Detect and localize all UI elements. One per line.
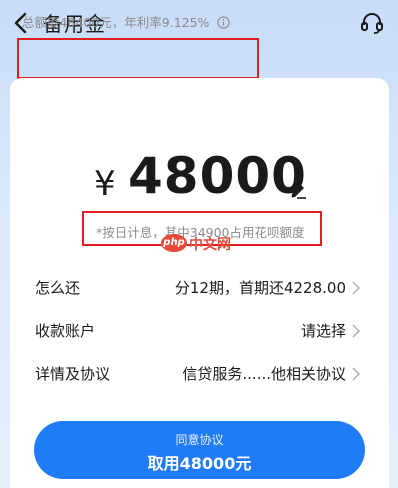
cta-label: 取用48000元 (147, 454, 252, 473)
borrow-button[interactable]: 同意协议 取用48000元 (34, 421, 365, 479)
info-icon (217, 16, 231, 29)
repayment-row[interactable]: 怎么还 分12期，首期还4228.00 (0, 272, 398, 302)
details-agreement-row[interactable]: 详情及协议 信贷服务......他相关协议 (0, 358, 398, 388)
loan-amount[interactable]: 48000 (128, 147, 307, 205)
quota-text: 总额度48400元，年利率9.125% (22, 15, 210, 30)
row-value: 请选择 (300, 322, 346, 340)
watermark-text: 中文网 (189, 237, 231, 253)
chevron-right-icon (352, 324, 361, 338)
customer-service-button[interactable] (358, 9, 386, 37)
currency-symbol: ¥ (94, 164, 116, 204)
row-label: 详情及协议 (35, 365, 111, 383)
row-label: 收款账户 (35, 322, 96, 340)
watermark-logo: php (161, 234, 187, 252)
headset-icon (361, 13, 383, 34)
screen: 备用金 总额度48400元，年利率9.125% ¥ 48000 *按日计息，其中… (0, 0, 398, 488)
chevron-right-icon (352, 281, 361, 295)
receiving-account-row[interactable]: 收款账户 请选择 (0, 315, 398, 345)
quota-info[interactable]: 总额度48400元，年利率9.125% (22, 12, 231, 31)
row-value: 信贷服务......他相关协议 (182, 365, 346, 383)
edit-pencil-icon (291, 185, 306, 199)
edit-amount-button[interactable] (288, 180, 308, 200)
watermark: php 中文网 (161, 234, 231, 254)
chevron-right-icon (352, 367, 361, 381)
row-value: 分12期，首期还4228.00 (174, 279, 346, 297)
cta-subtitle: 同意协议 (175, 433, 224, 447)
row-label: 怎么还 (35, 279, 81, 297)
quota-highlight-box (17, 38, 259, 79)
